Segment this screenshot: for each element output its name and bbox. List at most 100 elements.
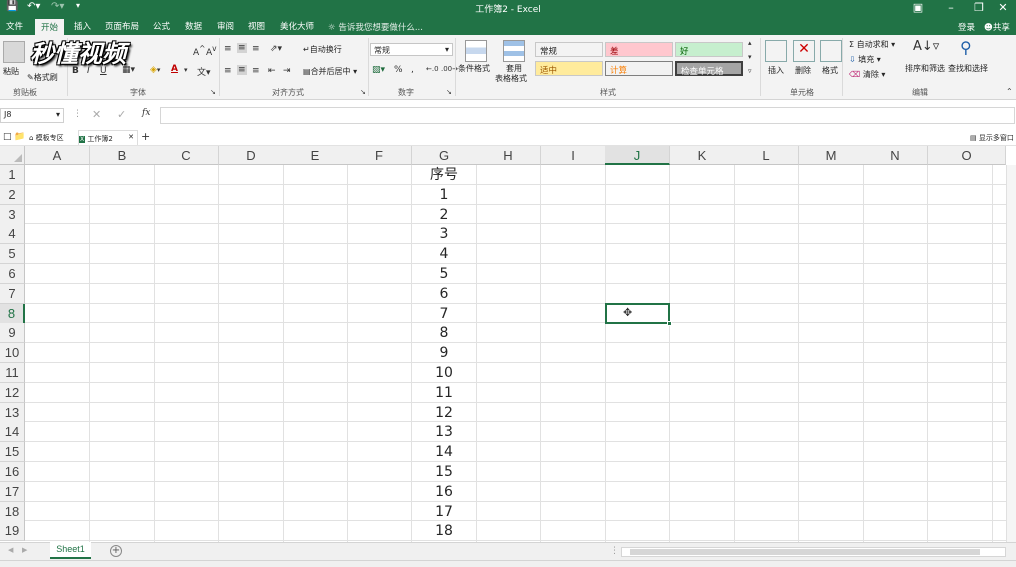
format-painter-button[interactable]: ✎格式刷 xyxy=(27,72,58,83)
row-header-11[interactable]: 11 xyxy=(0,363,25,383)
cell-g10[interactable]: 9 xyxy=(412,343,476,363)
cell-g18[interactable]: 17 xyxy=(412,502,476,522)
tab-workbook2[interactable]: X 工作簿2 ✕ xyxy=(78,130,138,145)
cell-g7[interactable]: 6 xyxy=(412,284,476,304)
column-header-m[interactable]: M xyxy=(799,146,864,165)
conditional-format-icon[interactable] xyxy=(465,40,487,62)
number-format-select[interactable]: 常规 ▾ xyxy=(370,43,453,56)
restore-button[interactable]: ❐ xyxy=(966,0,992,18)
cancel-entry-icon[interactable]: ✕ xyxy=(92,108,101,121)
row-header-17[interactable]: 17 xyxy=(0,481,25,502)
row-header-9[interactable]: 9 xyxy=(0,323,25,344)
style-bad[interactable]: 差 xyxy=(605,42,673,57)
row-header-14[interactable]: 14 xyxy=(0,422,25,443)
find-select-icon[interactable]: ⚲ xyxy=(960,38,972,57)
cell-g15[interactable]: 14 xyxy=(412,442,476,462)
style-calculation[interactable]: 计算 xyxy=(605,61,673,76)
wrap-text-button[interactable]: ↵自动换行 xyxy=(303,44,342,55)
column-header-h[interactable]: H xyxy=(476,146,541,165)
tab-insert[interactable]: 插入 xyxy=(74,20,91,32)
conditional-format-button[interactable]: 条件格式 xyxy=(458,63,490,74)
cell-g9[interactable]: 8 xyxy=(412,323,476,343)
percent-button[interactable]: % xyxy=(394,65,403,75)
select-all-corner[interactable] xyxy=(0,146,25,165)
grow-font-icon[interactable]: A^ xyxy=(193,44,205,58)
tab-split-handle-icon[interactable]: ⋮ xyxy=(610,546,619,556)
phonetic-icon[interactable]: 文▾ xyxy=(197,65,211,78)
row-header-15[interactable]: 15 xyxy=(0,442,25,463)
tab-beautify[interactable]: 美化大师 xyxy=(280,20,314,32)
new-file-icon[interactable]: □ xyxy=(3,132,12,142)
fill-handle[interactable] xyxy=(667,321,672,326)
style-normal[interactable]: 常规 xyxy=(535,42,603,57)
row-header-13[interactable]: 13 xyxy=(0,402,25,423)
increase-decimal-icon[interactable]: ←.0 xyxy=(426,65,439,73)
name-box[interactable]: J8 ▾ xyxy=(0,108,64,123)
cell-g8[interactable]: 7 xyxy=(412,304,476,324)
tab-review[interactable]: 审阅 xyxy=(217,20,234,32)
increase-indent-icon[interactable]: ⇥ xyxy=(283,66,291,76)
alignment-dialog-launcher-icon[interactable]: ↘ xyxy=(360,88,366,96)
new-tab-button[interactable]: + xyxy=(141,130,150,143)
sort-filter-button[interactable]: 排序和筛选 xyxy=(905,63,945,74)
align-bottom-icon[interactable]: ≡ xyxy=(252,44,260,54)
delete-cells-icon[interactable]: ✕ xyxy=(793,40,815,62)
column-header-o[interactable]: O xyxy=(928,146,1006,165)
row-header-4[interactable]: 4 xyxy=(0,224,25,245)
fill-color-icon[interactable]: ◈▾ xyxy=(150,65,160,75)
column-header-d[interactable]: D xyxy=(219,146,284,165)
column-header-i[interactable]: I xyxy=(541,146,606,165)
cell-g16[interactable]: 15 xyxy=(412,462,476,482)
sort-filter-icon[interactable]: A↓▿ xyxy=(913,39,939,54)
tab-home[interactable]: 开始 xyxy=(35,19,65,35)
align-center-icon[interactable]: ≡ xyxy=(237,65,247,75)
styles-more-icon[interactable]: ▿ xyxy=(748,67,752,75)
row-header-16[interactable]: 16 xyxy=(0,462,25,482)
column-header-k[interactable]: K xyxy=(670,146,735,165)
tab-file[interactable]: 文件 xyxy=(6,20,23,32)
shrink-font-icon[interactable]: Av xyxy=(206,44,217,58)
cell-g19[interactable]: 18 xyxy=(412,521,476,541)
active-cell-j8[interactable]: ✥ xyxy=(605,303,672,326)
align-top-icon[interactable]: ≡ xyxy=(224,44,232,54)
clear-button[interactable]: ⌫ 清除 ▾ xyxy=(849,69,885,80)
cell-g14[interactable]: 13 xyxy=(412,422,476,442)
ribbon-display-icon[interactable]: ▣ xyxy=(905,0,931,18)
column-header-e[interactable]: E xyxy=(283,146,348,165)
row-header-2[interactable]: 2 xyxy=(0,184,25,205)
tell-me-search[interactable]: ☼ 告诉我您想要做什么... xyxy=(328,21,423,33)
styles-scroll-up-icon[interactable]: ▴ xyxy=(748,39,752,47)
cell-g1[interactable]: 序号 xyxy=(412,165,476,185)
number-dialog-launcher-icon[interactable]: ↘ xyxy=(446,88,452,96)
formula-bar-options-icon[interactable]: ⋮ xyxy=(73,109,82,119)
share-button[interactable]: ☻共享 xyxy=(984,21,1010,33)
close-tab-icon[interactable]: ✕ xyxy=(128,133,134,141)
align-left-icon[interactable]: ≡ xyxy=(224,66,232,76)
styles-scroll-down-icon[interactable]: ▾ xyxy=(748,53,752,61)
cell-g13[interactable]: 12 xyxy=(412,403,476,423)
formula-input[interactable] xyxy=(160,107,1015,124)
row-header-18[interactable]: 18 xyxy=(0,501,25,522)
font-color-dropdown-icon[interactable]: ▾ xyxy=(184,66,188,74)
style-neutral[interactable]: 适中 xyxy=(535,61,603,76)
row-header-1[interactable]: 1 xyxy=(0,165,25,185)
vertical-scrollbar[interactable] xyxy=(1006,165,1016,542)
align-middle-icon[interactable]: ≡ xyxy=(237,43,247,53)
login-link[interactable]: 登录 xyxy=(958,21,975,33)
decrease-indent-icon[interactable]: ⇤ xyxy=(268,66,276,76)
horizontal-scrollbar[interactable] xyxy=(621,547,1006,557)
row-header-5[interactable]: 5 xyxy=(0,244,25,265)
currency-icon[interactable]: ▧▾ xyxy=(372,65,385,75)
row-header-3[interactable]: 3 xyxy=(0,204,25,225)
column-header-c[interactable]: C xyxy=(154,146,219,165)
add-sheet-button[interactable]: + xyxy=(110,545,122,557)
column-header-f[interactable]: F xyxy=(347,146,412,165)
horizontal-scroll-thumb[interactable] xyxy=(630,549,980,555)
format-cells-icon[interactable] xyxy=(820,40,842,62)
open-folder-icon[interactable]: 📁 xyxy=(14,132,25,142)
column-header-j[interactable]: J xyxy=(605,146,670,165)
cell-g2[interactable]: 1 xyxy=(412,185,476,205)
delete-cells-button[interactable]: 删除 xyxy=(795,65,811,76)
format-cells-button[interactable]: 格式 xyxy=(822,65,838,76)
align-right-icon[interactable]: ≡ xyxy=(252,66,260,76)
